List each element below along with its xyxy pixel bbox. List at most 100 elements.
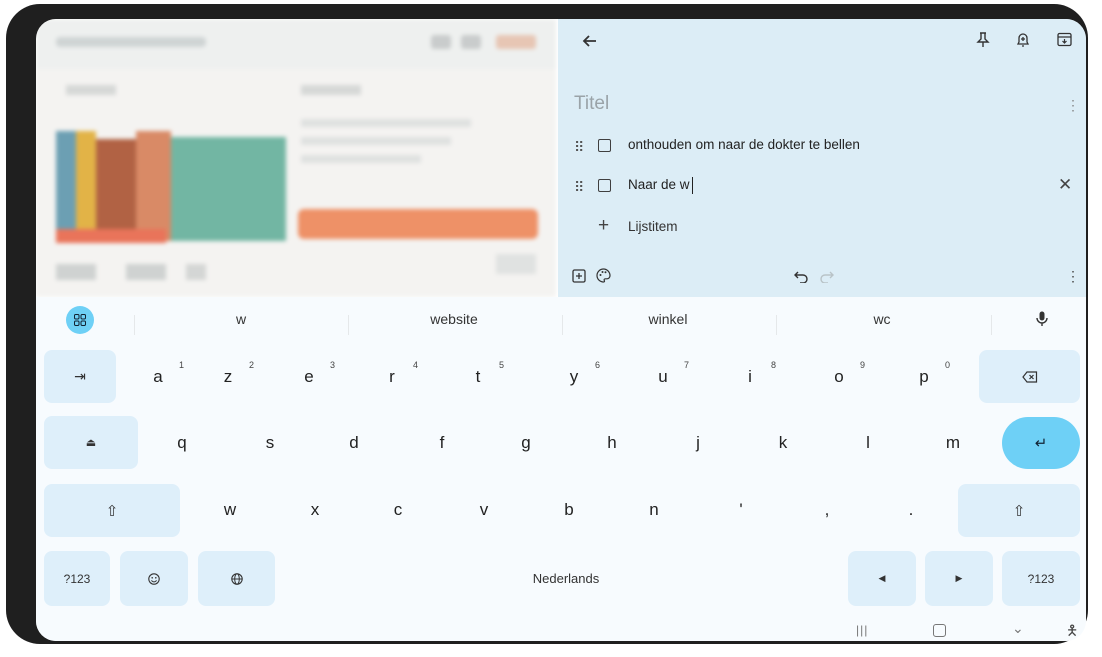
key-number-hint: 0 bbox=[945, 360, 951, 370]
symbols-key[interactable]: ?123 bbox=[44, 551, 110, 606]
key-e[interactable]: e bbox=[299, 367, 319, 387]
key-i[interactable]: i bbox=[740, 367, 760, 387]
shift-key[interactable]: ⇧ bbox=[44, 484, 180, 537]
key-s[interactable]: s bbox=[260, 433, 280, 453]
key-a[interactable]: a bbox=[148, 367, 168, 387]
checkbox[interactable] bbox=[598, 139, 611, 152]
key-u[interactable]: u bbox=[653, 367, 673, 387]
backspace-key[interactable] bbox=[979, 350, 1080, 403]
symbols-key[interactable]: ?123 bbox=[1002, 551, 1080, 606]
recent-apps-icon[interactable]: ||| bbox=[856, 623, 868, 637]
note-title-input[interactable]: Titel bbox=[574, 93, 609, 115]
palette-icon[interactable] bbox=[596, 268, 611, 288]
key-m[interactable]: m bbox=[943, 433, 963, 453]
key-g[interactable]: g bbox=[516, 433, 536, 453]
key-n[interactable]: n bbox=[644, 500, 664, 520]
drag-handle-icon[interactable]: ⠿ bbox=[574, 139, 584, 156]
drag-handle-icon[interactable]: ⠿ bbox=[574, 179, 584, 196]
language-key[interactable] bbox=[198, 551, 275, 606]
key-number-hint: 4 bbox=[413, 360, 419, 370]
plus-icon: + bbox=[598, 215, 610, 236]
apps-grid-button[interactable] bbox=[66, 306, 94, 334]
suggestion[interactable]: winkel bbox=[588, 311, 748, 327]
key-number-hint: 8 bbox=[771, 360, 777, 370]
key-number-hint: 7 bbox=[684, 360, 690, 370]
chevron-down-icon[interactable]: ⌄ bbox=[1012, 620, 1024, 637]
key-number-hint: 5 bbox=[499, 360, 505, 370]
key-p[interactable]: p bbox=[914, 367, 934, 387]
cursor-left-key[interactable]: ◀ bbox=[848, 551, 916, 606]
key-punct-7[interactable]: , bbox=[817, 500, 837, 520]
more-vert-icon[interactable]: ⋮ bbox=[1066, 97, 1080, 113]
backspace-icon bbox=[1021, 370, 1037, 383]
note-editor-panel: Titel ⋮ ⠿ onthouden om naar de dokter te… bbox=[558, 19, 1086, 297]
apps-grid-icon bbox=[74, 314, 86, 326]
undo-icon[interactable] bbox=[794, 269, 808, 288]
list-item: ⠿ Naar de w ✕ bbox=[558, 175, 1086, 199]
close-icon[interactable]: ✕ bbox=[1058, 175, 1072, 195]
divider bbox=[134, 315, 135, 335]
key-x[interactable]: x bbox=[305, 500, 325, 520]
archive-icon[interactable] bbox=[1057, 32, 1072, 51]
checkbox[interactable] bbox=[598, 179, 611, 192]
list-item-text[interactable]: onthouden om naar de dokter te bellen bbox=[628, 137, 860, 152]
key-j[interactable]: j bbox=[688, 433, 708, 453]
pin-icon[interactable] bbox=[976, 32, 990, 52]
divider bbox=[562, 315, 563, 335]
home-icon[interactable] bbox=[933, 624, 946, 637]
more-vert-icon[interactable]: ⋮ bbox=[1066, 268, 1080, 285]
key-number-hint: 3 bbox=[330, 360, 336, 370]
key-punct-8[interactable]: . bbox=[901, 500, 921, 520]
key-number-hint: 6 bbox=[595, 360, 601, 370]
add-list-item-button[interactable]: + Lijstitem bbox=[558, 215, 1086, 241]
key-t[interactable]: t bbox=[468, 367, 488, 387]
add-box-icon[interactable] bbox=[572, 269, 586, 288]
divider bbox=[348, 315, 349, 335]
list-item: ⠿ onthouden om naar de dokter te bellen bbox=[558, 135, 1086, 159]
emoji-icon bbox=[148, 572, 160, 585]
key-f[interactable]: f bbox=[432, 433, 452, 453]
suggestion[interactable]: w bbox=[161, 311, 321, 327]
screen: Titel ⋮ ⠿ onthouden om naar de dokter te… bbox=[36, 19, 1086, 641]
key-h[interactable]: h bbox=[602, 433, 622, 453]
key-q[interactable]: q bbox=[172, 433, 192, 453]
accessibility-icon[interactable]: 🯅 bbox=[1066, 620, 1078, 641]
key-o[interactable]: o bbox=[829, 367, 849, 387]
text-cursor bbox=[692, 177, 693, 194]
key-y[interactable]: y bbox=[564, 367, 584, 387]
arrow-left-icon[interactable] bbox=[582, 33, 598, 53]
key-d[interactable]: d bbox=[344, 433, 364, 453]
suggestion[interactable]: website bbox=[374, 311, 534, 327]
key-b[interactable]: b bbox=[559, 500, 579, 520]
on-screen-keyboard: w website winkel wc ⇥ a1z2e3r4t5y6u7i8o9… bbox=[36, 297, 1086, 641]
key-punct-6[interactable]: ' bbox=[731, 500, 751, 520]
key-number-hint: 1 bbox=[179, 360, 185, 370]
enter-key[interactable]: ↵ bbox=[1002, 417, 1080, 469]
add-list-item-label: Lijstitem bbox=[628, 219, 678, 234]
space-bar-label: Nederlands bbox=[532, 571, 600, 586]
divider bbox=[991, 315, 992, 335]
key-number-hint: 9 bbox=[860, 360, 866, 370]
divider bbox=[776, 315, 777, 335]
caps-lock-key[interactable]: ⏏ bbox=[44, 416, 138, 469]
bell-plus-icon[interactable] bbox=[1016, 32, 1030, 52]
list-item-text[interactable]: Naar de w bbox=[628, 177, 690, 192]
emoji-key[interactable] bbox=[120, 551, 188, 606]
globe-icon bbox=[230, 572, 243, 585]
key-k[interactable]: k bbox=[773, 433, 793, 453]
shift-key[interactable]: ⇧ bbox=[958, 484, 1080, 537]
key-w[interactable]: w bbox=[220, 500, 240, 520]
suggestion[interactable]: wc bbox=[802, 311, 962, 327]
key-l[interactable]: l bbox=[858, 433, 878, 453]
microphone-icon[interactable] bbox=[1036, 311, 1048, 332]
device-frame: Titel ⋮ ⠿ onthouden om naar de dokter te… bbox=[6, 4, 1088, 644]
key-r[interactable]: r bbox=[382, 367, 402, 387]
redo-icon[interactable] bbox=[820, 269, 834, 288]
key-v[interactable]: v bbox=[474, 500, 494, 520]
key-z[interactable]: z bbox=[218, 367, 238, 387]
cursor-right-key[interactable]: ▶ bbox=[925, 551, 993, 606]
key-c[interactable]: c bbox=[388, 500, 408, 520]
key-number-hint: 2 bbox=[249, 360, 255, 370]
space-bar[interactable]: Nederlands bbox=[286, 551, 846, 606]
tab-key[interactable]: ⇥ bbox=[44, 350, 116, 403]
